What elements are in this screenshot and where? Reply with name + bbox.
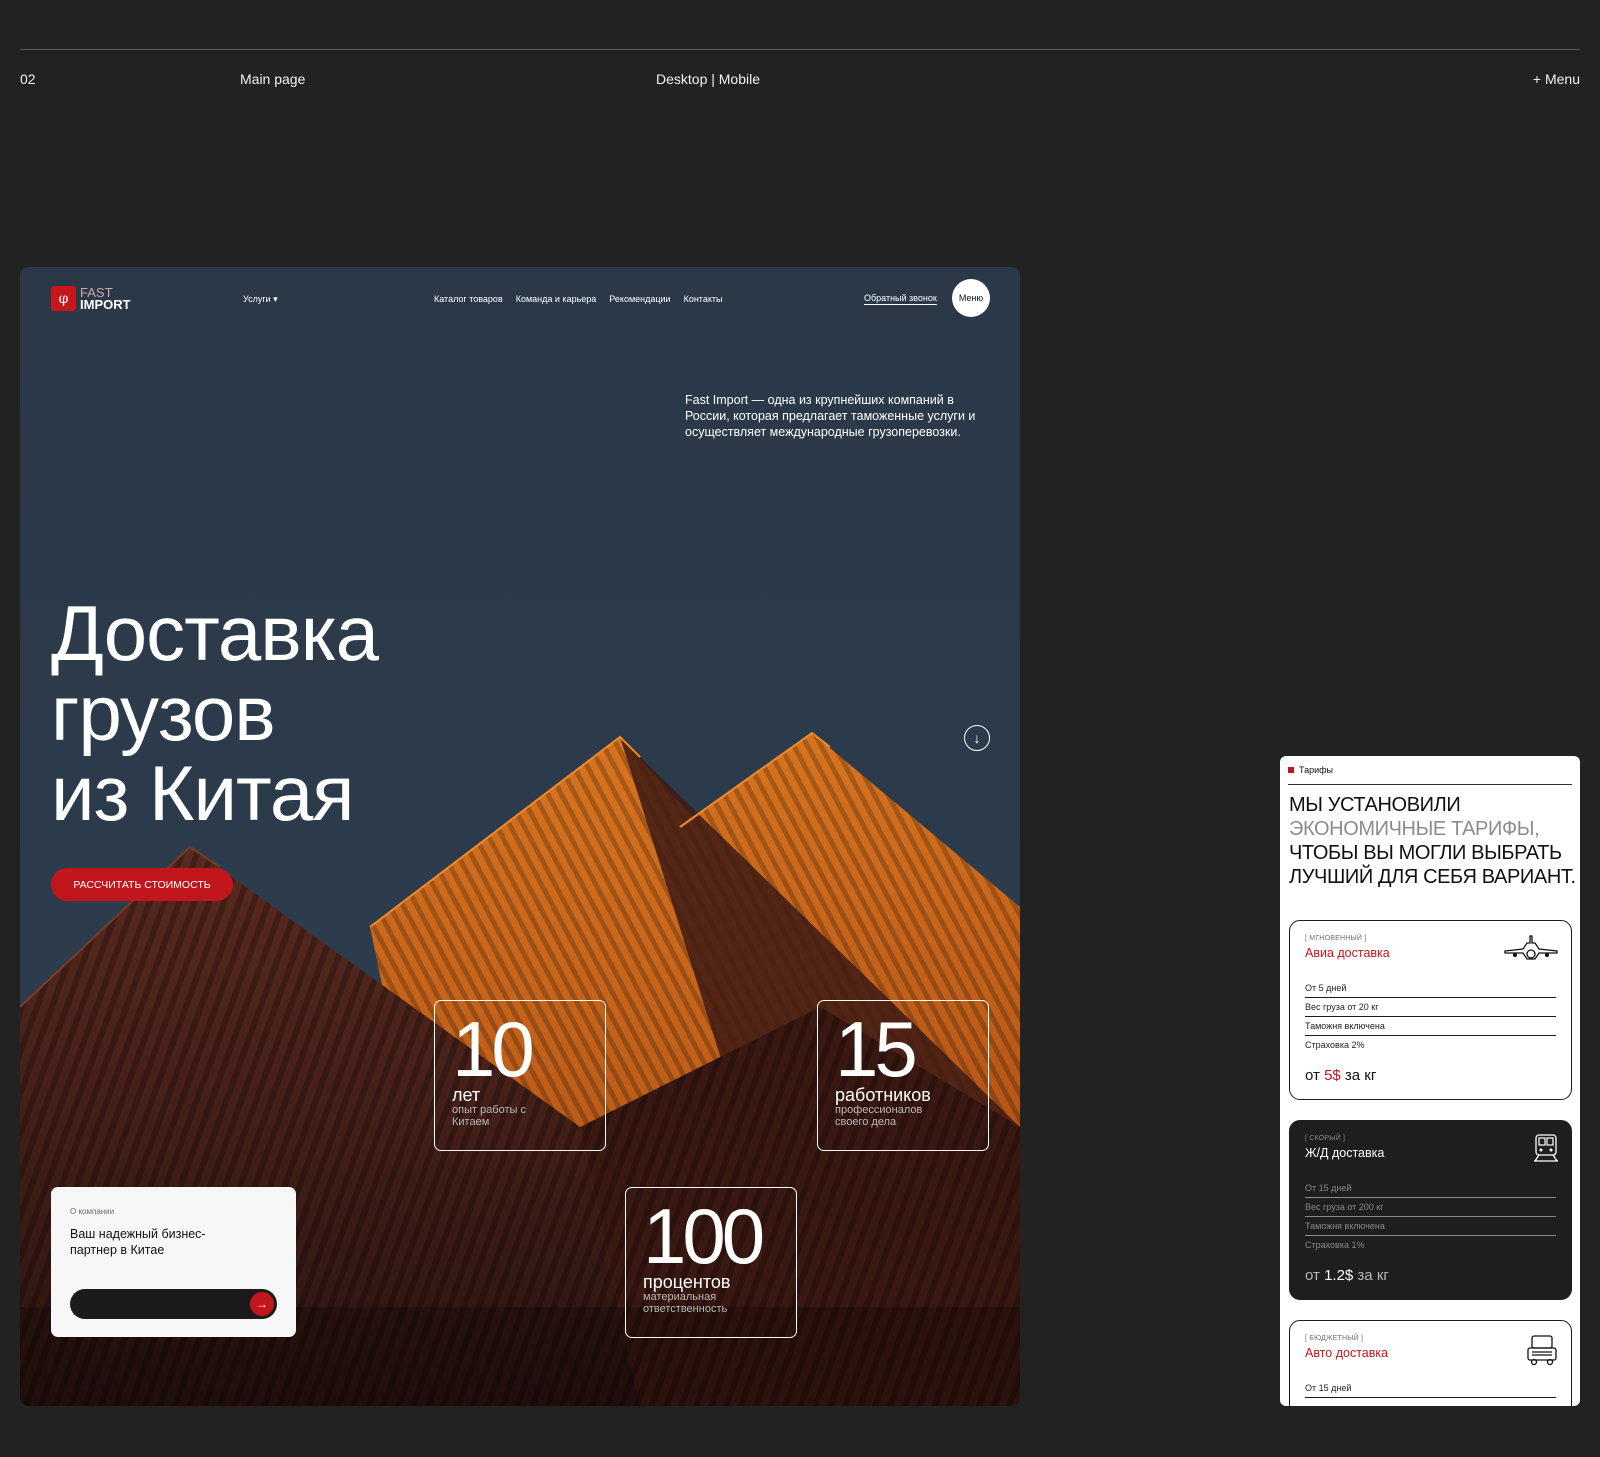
section-tag: Тарифы bbox=[1288, 765, 1333, 775]
price-value: 5$ bbox=[1324, 1067, 1341, 1084]
tariff-card-air[interactable]: [ МГНОВЕННЫЙ ] Авиа доставка От 5 дней В… bbox=[1289, 920, 1572, 1100]
hero-title-line-1: Доставка bbox=[51, 589, 379, 677]
tariff-price: от 1.2$ за кг bbox=[1305, 1267, 1556, 1284]
section-tag-label: Тарифы bbox=[1299, 765, 1334, 775]
tariff-card-rail[interactable]: [ СКОРЫЙ ] Ж/Д доставка От 15 дней Вес г… bbox=[1289, 1120, 1572, 1300]
arrow-down-icon[interactable]: ↓ bbox=[964, 725, 990, 751]
nav-links: Каталог товаров Команда и карьера Рекоме… bbox=[434, 294, 722, 304]
tariff-row: От 15 дней bbox=[1305, 1379, 1556, 1398]
logo-text: FAST IMPORT bbox=[80, 286, 131, 312]
about-label: О компании bbox=[70, 1207, 115, 1216]
tariff-row: От 5 дней bbox=[1305, 979, 1556, 998]
logo-mark-icon: φ bbox=[51, 286, 76, 311]
mobile-mockup: Тарифы МЫ УСТАНОВИЛИ ЭКОНОМИЧНЫЕ ТАРИФЫ,… bbox=[1280, 756, 1580, 1406]
tariff-row: От 15 дней bbox=[1305, 1179, 1556, 1198]
callback-link[interactable]: Обратный звонок bbox=[864, 293, 937, 305]
stat-description: опыт работы с Китаем bbox=[452, 1104, 526, 1128]
price-prefix: от bbox=[1305, 1067, 1325, 1084]
price-value: 1.2$ bbox=[1324, 1267, 1354, 1284]
tariff-name: Авто доставка bbox=[1305, 1346, 1389, 1360]
stat-number: 100 bbox=[643, 1192, 765, 1280]
red-square-icon bbox=[1288, 767, 1294, 773]
tariff-kind: [ СКОРЫЙ ] bbox=[1305, 1135, 1346, 1142]
truck-icon bbox=[1527, 1335, 1557, 1366]
price-suffix: за кг bbox=[1340, 1067, 1377, 1084]
calculate-cost-button[interactable]: РАССЧИТАТЬ СТОИМОСТЬ bbox=[51, 868, 233, 901]
tariff-row: Таможня включена bbox=[1305, 1017, 1556, 1036]
stat-card-employees: 15 работников профессионалов своего дела bbox=[817, 1000, 989, 1151]
tariff-card-auto[interactable]: [ БЮДЖЕТНЫЙ ] Авто доставка От 15 дней bbox=[1289, 1320, 1572, 1406]
stat-description: профессионалов своего дела bbox=[835, 1104, 923, 1128]
section-divider bbox=[1288, 784, 1572, 785]
price-prefix: от bbox=[1305, 1267, 1325, 1284]
slide-number: 02 bbox=[20, 71, 36, 87]
tariff-row: Таможня включена bbox=[1305, 1217, 1556, 1236]
arrow-right-icon[interactable]: → bbox=[250, 1292, 274, 1316]
presentation-menu-button[interactable]: + Menu bbox=[1533, 71, 1580, 87]
nav-link-team[interactable]: Команда и карьера bbox=[516, 294, 597, 304]
heading-part-1: МЫ УСТАНОВИЛИ bbox=[1289, 794, 1461, 816]
tariffs-heading: МЫ УСТАНОВИЛИ ЭКОНОМИЧНЫЕ ТАРИФЫ, ЧТОБЫ … bbox=[1289, 793, 1579, 889]
about-link-bar[interactable]: → bbox=[70, 1289, 277, 1319]
heading-part-3: ЧТОБЫ ВЫ МОГЛИ ВЫБРАТЬ ЛУЧШИЙ ДЛЯ СЕБЯ В… bbox=[1289, 842, 1576, 888]
tariff-name: Ж/Д доставка bbox=[1305, 1146, 1385, 1160]
stat-card-percent: 100 процентов материальная ответственнос… bbox=[625, 1187, 797, 1338]
nav-link-recommendations[interactable]: Рекомендации bbox=[609, 294, 670, 304]
nav-link-contacts[interactable]: Контакты bbox=[684, 294, 723, 304]
tariff-row: Страховка 1% bbox=[1305, 1240, 1365, 1250]
desktop-mockup: φ FAST IMPORT Услуги ▾ Каталог товаров К… bbox=[20, 267, 1020, 1406]
slide-mode-label: Desktop | Mobile bbox=[656, 71, 761, 87]
slide-page-label: Main page bbox=[240, 71, 306, 87]
stat-unit: работников bbox=[835, 1085, 931, 1105]
stat-card-years: 10 лет опыт работы с Китаем bbox=[434, 1000, 606, 1151]
about-text: Ваш надежный бизнес-партнер в Китае bbox=[70, 1227, 206, 1257]
hero-intro-text: Fast Import — одна из крупнейших компани… bbox=[685, 393, 976, 439]
tariff-row: Вес груза от 200 кг bbox=[1305, 1198, 1556, 1217]
airplane-icon bbox=[1504, 935, 1558, 960]
tariff-row: Вес груза от 20 кг bbox=[1305, 998, 1556, 1017]
train-icon bbox=[1534, 1134, 1558, 1162]
stat-number: 10 bbox=[452, 1005, 535, 1093]
menu-button[interactable]: Меню bbox=[952, 279, 990, 317]
hero-title-line-3: из Китая bbox=[51, 749, 354, 837]
tariff-price: от 5$ за кг bbox=[1305, 1067, 1556, 1084]
tariff-kind: [ БЮДЖЕТНЫЙ ] bbox=[1305, 1335, 1364, 1342]
stat-number: 15 bbox=[835, 1005, 918, 1093]
hero-title-line-2: грузов bbox=[51, 669, 276, 757]
logo-line-2: IMPORT bbox=[80, 296, 131, 312]
stat-description: материальная ответственность bbox=[643, 1291, 728, 1315]
tariff-row: Страховка 2% bbox=[1305, 1040, 1365, 1050]
nav-services-dropdown[interactable]: Услуги ▾ bbox=[243, 294, 278, 305]
site-logo[interactable]: φ FAST IMPORT bbox=[51, 286, 131, 311]
top-divider bbox=[20, 49, 1580, 50]
price-suffix: за кг bbox=[1353, 1267, 1389, 1284]
heading-part-2: ЭКОНОМИЧНЫЕ ТАРИФЫ, bbox=[1289, 818, 1540, 840]
about-company-card: О компании Ваш надежный бизнес-партнер в… bbox=[51, 1187, 296, 1337]
hero-title: Доставка грузов из Китая bbox=[51, 589, 379, 837]
nav-link-catalog[interactable]: Каталог товаров bbox=[434, 294, 503, 304]
